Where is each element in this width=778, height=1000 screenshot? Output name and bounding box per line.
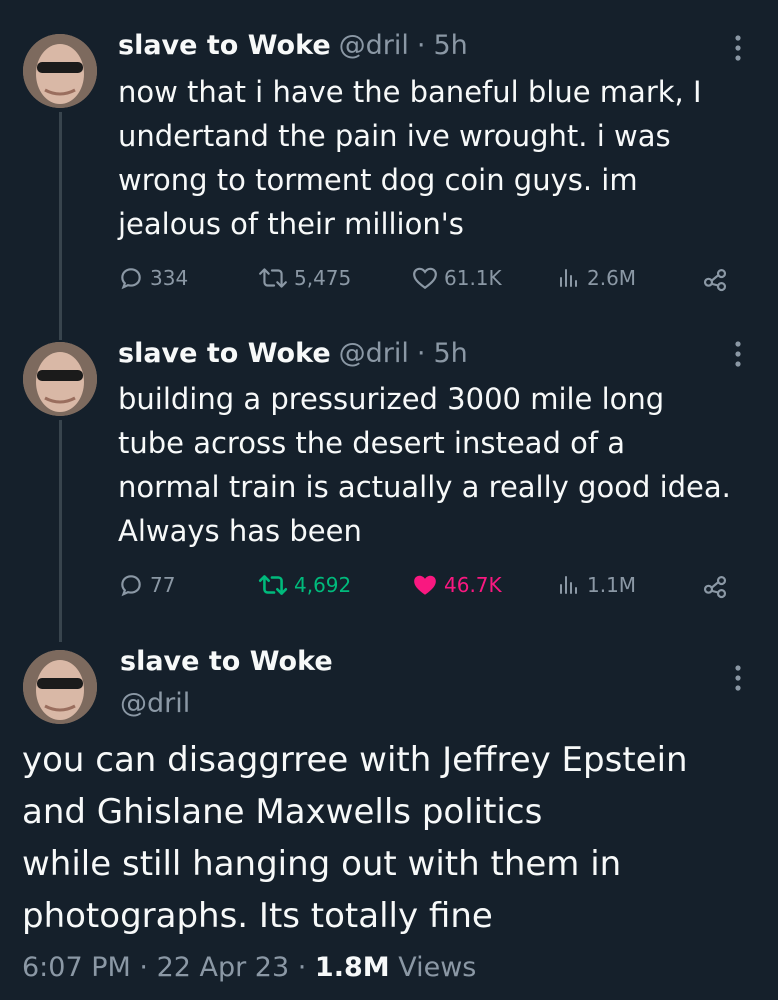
- timestamp[interactable]: 5h: [433, 30, 467, 61]
- view-count: 1.8M: [314, 952, 390, 983]
- avatar[interactable]: [23, 34, 97, 108]
- text-line: now that i have the baneful blue mark, I: [118, 75, 702, 109]
- retweet-button[interactable]: 4,692: [258, 572, 351, 598]
- views-button[interactable]: 2.6M: [557, 265, 636, 291]
- more-icon[interactable]: [731, 34, 745, 66]
- text-line: building a pressurized 3000 mile long: [118, 382, 665, 416]
- views-button[interactable]: 1.1M: [557, 572, 636, 598]
- views-count: 2.6M: [587, 266, 637, 290]
- like-button[interactable]: 46.7K: [412, 572, 502, 598]
- tweet-text: now that i have the baneful blue mark, I…: [118, 70, 702, 246]
- thread-line: [59, 112, 62, 340]
- tweet-meta: 6:07 PM · 22 Apr 23 · 1.8M Views: [22, 952, 476, 983]
- timestamp[interactable]: 5h: [433, 338, 467, 369]
- text-line: Always has been: [118, 514, 362, 548]
- text-line: jealous of their million's: [118, 207, 464, 241]
- share-icon[interactable]: [701, 573, 729, 603]
- display-name[interactable]: slave to Woke: [118, 338, 331, 369]
- retweet-count: 4,692: [294, 573, 352, 597]
- post-date[interactable]: 22 Apr 23: [157, 952, 290, 983]
- reply-icon: [121, 268, 141, 290]
- retweet-button[interactable]: 5,475: [258, 265, 351, 291]
- separator-dot: ·: [139, 952, 157, 983]
- text-line: while still hanging out with them in: [22, 844, 622, 884]
- avatar[interactable]: [23, 650, 97, 724]
- handle[interactable]: @dril: [339, 30, 409, 61]
- reply-icon: [121, 575, 141, 597]
- reply-count: 77: [150, 573, 176, 597]
- views-count: 1.1M: [587, 573, 637, 597]
- separator-dot: ·: [297, 952, 315, 983]
- more-icon[interactable]: [731, 340, 745, 372]
- share-icon[interactable]: [701, 266, 729, 296]
- text-line: photographs. Its totally fine: [22, 896, 493, 936]
- views-label: Views: [398, 952, 477, 983]
- like-icon: [414, 575, 436, 595]
- display-name[interactable]: slave to Woke: [118, 30, 331, 61]
- like-button[interactable]: 61.1K: [412, 265, 502, 291]
- retweet-count: 5,475: [294, 266, 352, 290]
- display-name[interactable]: slave to Woke: [120, 646, 333, 677]
- text-line: normal train is actually a really good i…: [118, 470, 731, 504]
- text-line: undertand the pain ive wrought. i was: [118, 119, 671, 153]
- reply-button[interactable]: 77: [118, 572, 175, 598]
- views-icon: [560, 576, 577, 594]
- more-icon[interactable]: [731, 664, 745, 696]
- like-icon: [413, 267, 437, 290]
- reply-count: 334: [150, 266, 189, 290]
- text-line: you can disaggrree with Jeffrey Epstein: [22, 740, 688, 780]
- separator-dot: ·: [416, 30, 426, 61]
- tweet-text: building a pressurized 3000 mile long tu…: [118, 377, 731, 553]
- avatar[interactable]: [23, 342, 97, 416]
- like-count: 46.7K: [444, 573, 502, 597]
- post-time[interactable]: 6:07 PM: [22, 952, 131, 983]
- text-line: and Ghislane Maxwells politics: [22, 792, 543, 832]
- text-line: wrong to torment dog coin guys. im: [118, 163, 638, 197]
- thread-line: [59, 420, 62, 642]
- retweet-icon: [258, 575, 288, 595]
- separator-dot: ·: [416, 338, 426, 369]
- handle[interactable]: @dril: [339, 338, 409, 369]
- text-line: tube across the desert instead of a: [118, 426, 626, 460]
- main-tweet-text: you can disaggrree with Jeffrey Epstein …: [22, 734, 688, 942]
- retweet-icon: [259, 268, 287, 288]
- views-icon: [560, 269, 577, 287]
- like-count: 61.1K: [444, 266, 502, 290]
- reply-button[interactable]: 334: [118, 265, 188, 291]
- handle[interactable]: @dril: [120, 688, 190, 719]
